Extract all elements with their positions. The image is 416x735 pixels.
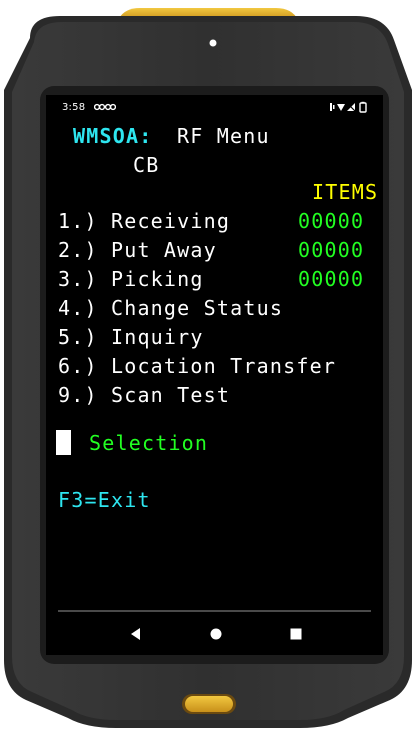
selection-input[interactable]: [56, 430, 71, 455]
menu-item-receiving[interactable]: 1.) Receiving: [58, 207, 230, 236]
back-triangle-icon[interactable]: [126, 626, 146, 642]
exit-key-hint[interactable]: F3=Exit: [58, 486, 151, 515]
front-camera: [209, 39, 217, 47]
menu-title: RF Menu: [177, 124, 270, 148]
menu-item-change-status[interactable]: 4.) Change Status: [58, 294, 283, 323]
recents-square-icon[interactable]: [286, 626, 306, 642]
selection-label: Selection: [89, 431, 209, 455]
program-name: WMSOA:: [73, 124, 153, 148]
put-away-count: 00000: [298, 238, 365, 262]
menu-item-location-transfer[interactable]: 6.) Location Transfer: [58, 352, 336, 381]
device-screen: 3:58 WMSOA: RF Menu CB ITEMS 1.) Receivi…: [46, 95, 383, 655]
menu-subtitle: CB: [133, 153, 160, 177]
terminal-area: WMSOA: RF Menu CB ITEMS 1.) Receiving 00…: [46, 95, 383, 595]
android-nav-bar: [58, 610, 371, 655]
menu-item-inquiry[interactable]: 5.) Inquiry: [58, 323, 204, 352]
items-header: ITEMS: [312, 180, 379, 204]
handheld-device: 3:58 WMSOA: RF Menu CB ITEMS 1.) Receivi…: [0, 0, 416, 735]
home-circle-icon[interactable]: [206, 626, 226, 642]
receiving-count: 00000: [298, 209, 365, 233]
menu-item-put-away[interactable]: 2.) Put Away: [58, 236, 217, 265]
trigger-button: [185, 696, 233, 712]
menu-item-picking[interactable]: 3.) Picking: [58, 265, 204, 294]
picking-count: 00000: [298, 267, 365, 291]
menu-item-scan-test[interactable]: 9.) Scan Test: [58, 381, 230, 410]
